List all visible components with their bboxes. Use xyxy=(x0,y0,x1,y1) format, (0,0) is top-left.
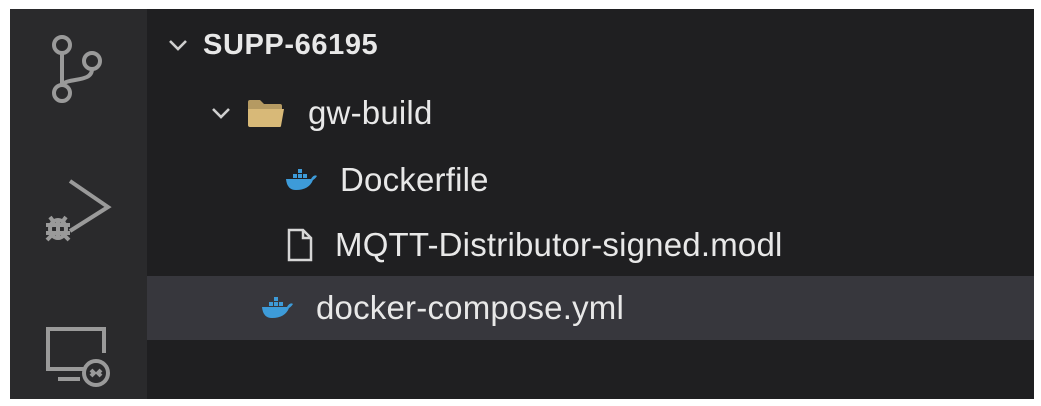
file-mqtt-distributor-signed-modl[interactable]: MQTT-Distributor-signed.modl xyxy=(147,213,1034,277)
workspace-root[interactable]: SUPP-66195 xyxy=(147,13,1034,77)
remote-explorer-icon[interactable] xyxy=(40,317,112,389)
source-control-icon[interactable] xyxy=(40,31,112,103)
file-docker-compose-yml[interactable]: docker-compose.yml xyxy=(147,276,1034,340)
vscode-window: SUPP-66195 gw-build Dockerfile MQTT-Dist… xyxy=(10,9,1034,399)
file-label: MQTT-Distributor-signed.modl xyxy=(335,226,783,263)
folder-gw-build[interactable]: gw-build xyxy=(147,81,1034,145)
workspace-root-label: SUPP-66195 xyxy=(203,28,379,61)
docker-icon xyxy=(262,297,293,318)
file-dockerfile[interactable]: Dockerfile xyxy=(147,148,1034,212)
run-debug-icon[interactable] xyxy=(40,173,112,245)
explorer-panel: SUPP-66195 gw-build Dockerfile MQTT-Dist… xyxy=(147,9,1034,399)
file-icon xyxy=(287,228,313,262)
file-label: Dockerfile xyxy=(340,161,489,198)
chevron-down-icon xyxy=(169,40,187,51)
file-label: docker-compose.yml xyxy=(316,289,625,326)
folder-icon xyxy=(248,100,284,127)
folder-label: gw-build xyxy=(308,94,433,131)
chevron-down-icon xyxy=(212,108,230,119)
activity-bar xyxy=(10,9,147,399)
docker-icon xyxy=(286,169,317,190)
